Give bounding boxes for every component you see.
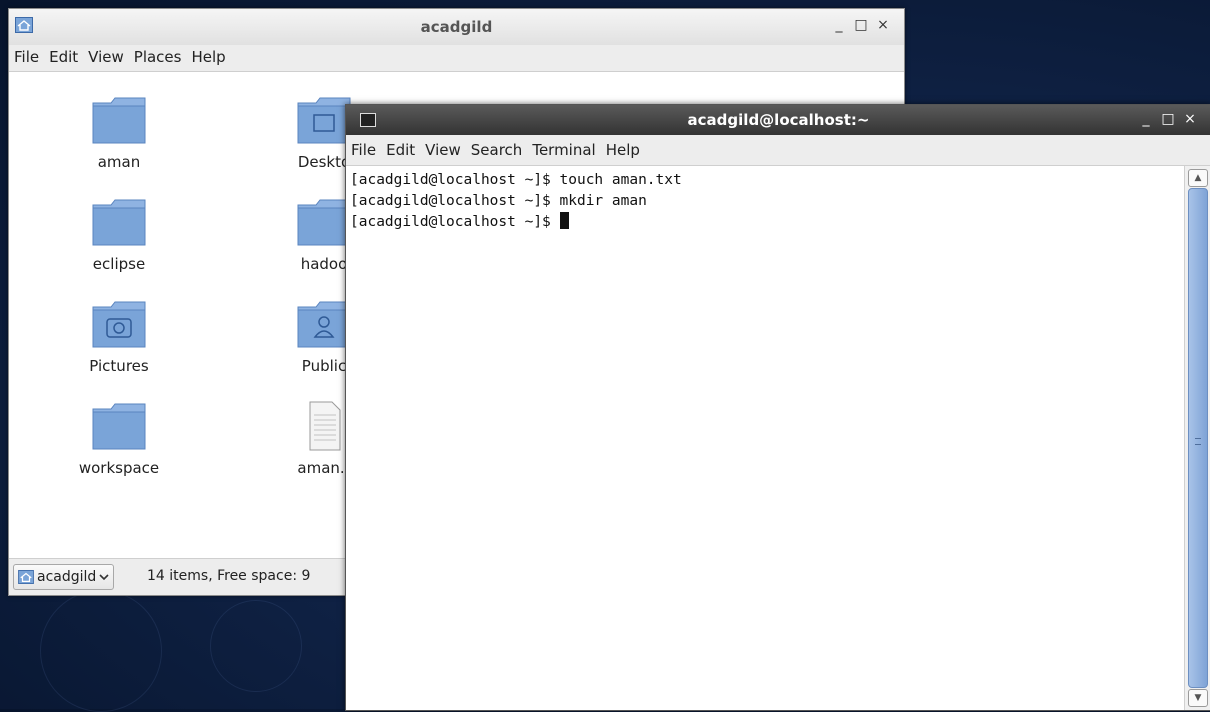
minimize-button[interactable]: _: [1135, 111, 1157, 127]
status-text: 14 items, Free space: 9: [147, 568, 311, 584]
location-dropdown[interactable]: acadgild: [13, 564, 115, 590]
file-item-label: Pictures: [89, 357, 149, 375]
terminal-prompt: [acadgild@localhost ~]$: [350, 214, 560, 230]
window-controls: _ □ ×: [1135, 111, 1201, 127]
location-label: acadgild: [37, 569, 97, 585]
close-button[interactable]: ×: [872, 17, 894, 33]
desktop-decoration: [210, 600, 302, 692]
minimize-button[interactable]: _: [828, 17, 850, 33]
desktop-folder-icon: [297, 97, 351, 144]
file-item-label: eclipse: [92, 255, 146, 273]
vertical-scrollbar[interactable]: ▲ ▼: [1184, 166, 1210, 710]
window-title: acadgild@localhost:~: [687, 111, 870, 129]
desktop-decoration: [40, 590, 162, 712]
terminal-prompt-line: [acadgild@localhost ~]$: [350, 212, 1181, 233]
menu-terminal[interactable]: Terminal: [527, 135, 600, 159]
folder-icon: [92, 97, 146, 144]
terminal-titlebar[interactable]: acadgild@localhost:~ _ □ ×: [346, 105, 1210, 135]
menu-places[interactable]: Places: [129, 45, 187, 66]
terminal-output[interactable]: [acadgild@localhost ~]$ touch aman.txt […: [346, 166, 1185, 710]
menu-edit[interactable]: Edit: [44, 45, 83, 66]
scroll-up-button[interactable]: ▲: [1188, 169, 1208, 187]
terminal-line: [acadgild@localhost ~]$ mkdir aman: [350, 193, 647, 209]
maximize-button[interactable]: □: [850, 17, 872, 33]
maximize-button[interactable]: □: [1157, 111, 1179, 127]
public-folder-icon: [297, 301, 351, 348]
file-manager-menubar: File Edit View Places Help: [9, 45, 904, 72]
file-item-label: aman: [97, 153, 141, 171]
menu-file[interactable]: File: [346, 135, 381, 159]
scroll-down-button[interactable]: ▼: [1188, 689, 1208, 707]
scrollbar-thumb[interactable]: [1188, 188, 1208, 688]
menu-view[interactable]: View: [83, 45, 129, 66]
file-item-aman[interactable]: aman: [59, 95, 179, 171]
terminal-window: acadgild@localhost:~ _ □ × File Edit View Sea…: [345, 104, 1210, 711]
text-file-icon: [309, 401, 341, 451]
menu-edit[interactable]: Edit: [381, 135, 420, 159]
menu-file[interactable]: File: [9, 45, 44, 66]
menu-search[interactable]: Search: [466, 135, 528, 159]
folder-icon: [92, 403, 146, 450]
file-item-pictures[interactable]: Pictures: [59, 299, 179, 375]
window-title: acadgild: [420, 18, 493, 36]
file-manager-titlebar[interactable]: acadgild _ □ ×: [9, 9, 904, 45]
menu-help[interactable]: Help: [186, 45, 230, 66]
scrollbar-grip-icon: [1195, 438, 1201, 445]
folder-icon: [92, 199, 146, 246]
close-button[interactable]: ×: [1179, 111, 1201, 127]
chevron-down-icon: [99, 574, 109, 581]
window-controls: _ □ ×: [828, 17, 894, 33]
file-item-eclipse[interactable]: eclipse: [59, 197, 179, 273]
menu-view[interactable]: View: [420, 135, 466, 159]
text-cursor: [559, 212, 569, 229]
file-item-label: workspace: [78, 459, 160, 477]
terminal-line: [acadgild@localhost ~]$ touch aman.txt: [350, 172, 682, 188]
home-icon: [18, 570, 34, 584]
pictures-folder-icon: [92, 301, 146, 348]
folder-icon: [297, 199, 351, 246]
file-item-workspace[interactable]: workspace: [59, 401, 179, 477]
menu-help[interactable]: Help: [601, 135, 645, 159]
terminal-menubar: File Edit View Search Terminal Help: [346, 135, 1210, 166]
